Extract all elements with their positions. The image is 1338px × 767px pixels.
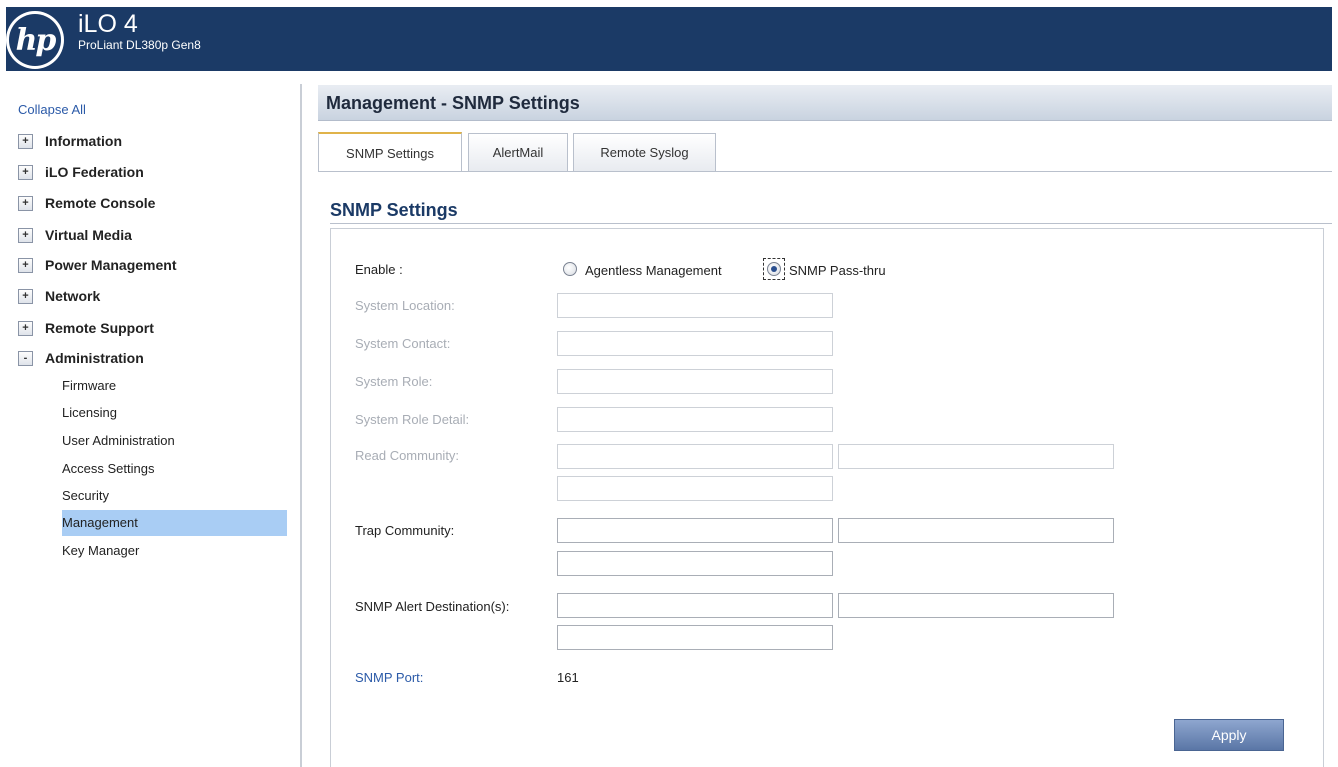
product-title: iLO 4 <box>78 10 138 38</box>
hp-logo: hp <box>6 11 64 69</box>
trap-community-label: Trap Community: <box>355 523 455 538</box>
hp-logo-text: hp <box>9 14 61 66</box>
sidebar: Collapse All + Information + iLO Federat… <box>0 90 300 767</box>
sidebar-item-power-management[interactable]: + Power Management <box>18 254 176 276</box>
expand-icon[interactable]: + <box>18 195 33 211</box>
page-title-bar: Management - SNMP Settings <box>318 85 1332 121</box>
app-header: hp iLO 4 ProLiant DL380p Gen8 <box>6 7 1332 71</box>
snmp-port-value: 161 <box>557 670 579 685</box>
sidebar-subitem-licensing[interactable]: Licensing <box>62 400 287 426</box>
system-role-detail-label: System Role Detail: <box>355 412 470 427</box>
sidebar-item-remote-console[interactable]: + Remote Console <box>18 192 155 214</box>
alert-destination-field-3[interactable] <box>557 625 833 650</box>
sidebar-item-label: Remote Console <box>45 195 156 211</box>
enable-label: Enable : <box>355 262 403 277</box>
sidebar-subitem-management[interactable]: Management <box>62 510 287 536</box>
sidebar-item-label: Virtual Media <box>45 227 132 243</box>
sidebar-item-network[interactable]: + Network <box>18 285 100 307</box>
read-community-field-2[interactable] <box>838 444 1114 469</box>
sidebar-divider <box>300 84 302 767</box>
sidebar-subitem-key-manager[interactable]: Key Manager <box>62 538 287 564</box>
trap-community-field-1[interactable] <box>557 518 833 543</box>
sidebar-subitem-security[interactable]: Security <box>62 483 287 509</box>
tabs-divider <box>318 171 1332 172</box>
system-role-field[interactable] <box>557 369 833 394</box>
sidebar-item-information[interactable]: + Information <box>18 130 122 152</box>
alert-destination-field-2[interactable] <box>838 593 1114 618</box>
alert-destination-field-1[interactable] <box>557 593 833 618</box>
sidebar-item-ilo-federation[interactable]: + iLO Federation <box>18 161 144 183</box>
sidebar-item-virtual-media[interactable]: + Virtual Media <box>18 224 132 246</box>
expand-icon[interactable]: + <box>18 227 33 243</box>
agentless-management-label[interactable]: Agentless Management <box>585 263 722 278</box>
collapse-all-link[interactable]: Collapse All <box>18 102 86 117</box>
expand-icon[interactable]: + <box>18 257 33 273</box>
sidebar-item-label: Network <box>45 288 101 304</box>
read-community-field-1[interactable] <box>557 444 833 469</box>
system-role-detail-field[interactable] <box>557 407 833 432</box>
sidebar-item-label: Administration <box>45 350 144 366</box>
trap-community-field-2[interactable] <box>838 518 1114 543</box>
snmp-pass-thru-radio[interactable] <box>767 262 781 276</box>
page-title: Management - SNMP Settings <box>326 93 580 113</box>
product-subtitle: ProLiant DL380p Gen8 <box>78 38 201 52</box>
alert-destinations-label: SNMP Alert Destination(s): <box>355 599 510 614</box>
sidebar-subitem-firmware[interactable]: Firmware <box>62 373 287 399</box>
sidebar-subitem-access-settings[interactable]: Access Settings <box>62 456 287 482</box>
sidebar-item-label: Power Management <box>45 257 177 273</box>
expand-icon[interactable]: + <box>18 164 33 180</box>
expand-icon[interactable]: + <box>18 288 33 304</box>
read-community-field-3[interactable] <box>557 476 833 501</box>
trap-community-field-3[interactable] <box>557 551 833 576</box>
expand-icon[interactable]: + <box>18 320 33 336</box>
sidebar-subitem-user-administration[interactable]: User Administration <box>62 428 287 454</box>
snmp-pass-thru-label[interactable]: SNMP Pass-thru <box>789 263 886 278</box>
sidebar-item-label: Remote Support <box>45 320 154 336</box>
system-contact-field[interactable] <box>557 331 833 356</box>
tab-alertmail[interactable]: AlertMail <box>468 133 568 171</box>
sidebar-item-label: Information <box>45 133 122 149</box>
system-location-field[interactable] <box>557 293 833 318</box>
section-title: SNMP Settings <box>330 200 458 220</box>
apply-button[interactable]: Apply <box>1174 719 1284 751</box>
section-divider <box>330 223 1332 224</box>
sidebar-item-label: iLO Federation <box>45 164 144 180</box>
expand-icon[interactable]: + <box>18 133 33 149</box>
system-role-label: System Role: <box>355 374 433 389</box>
system-contact-label: System Contact: <box>355 336 451 351</box>
agentless-management-radio[interactable] <box>563 262 577 276</box>
sidebar-item-remote-support[interactable]: + Remote Support <box>18 317 154 339</box>
read-community-label: Read Community: <box>355 448 460 463</box>
collapse-icon[interactable]: - <box>18 350 33 366</box>
sidebar-item-administration[interactable]: - Administration <box>18 347 144 369</box>
tab-remote-syslog[interactable]: Remote Syslog <box>573 133 716 171</box>
snmp-port-label: SNMP Port: <box>355 670 424 685</box>
tab-snmp-settings[interactable]: SNMP Settings <box>318 132 462 172</box>
system-location-label: System Location: <box>355 298 455 313</box>
